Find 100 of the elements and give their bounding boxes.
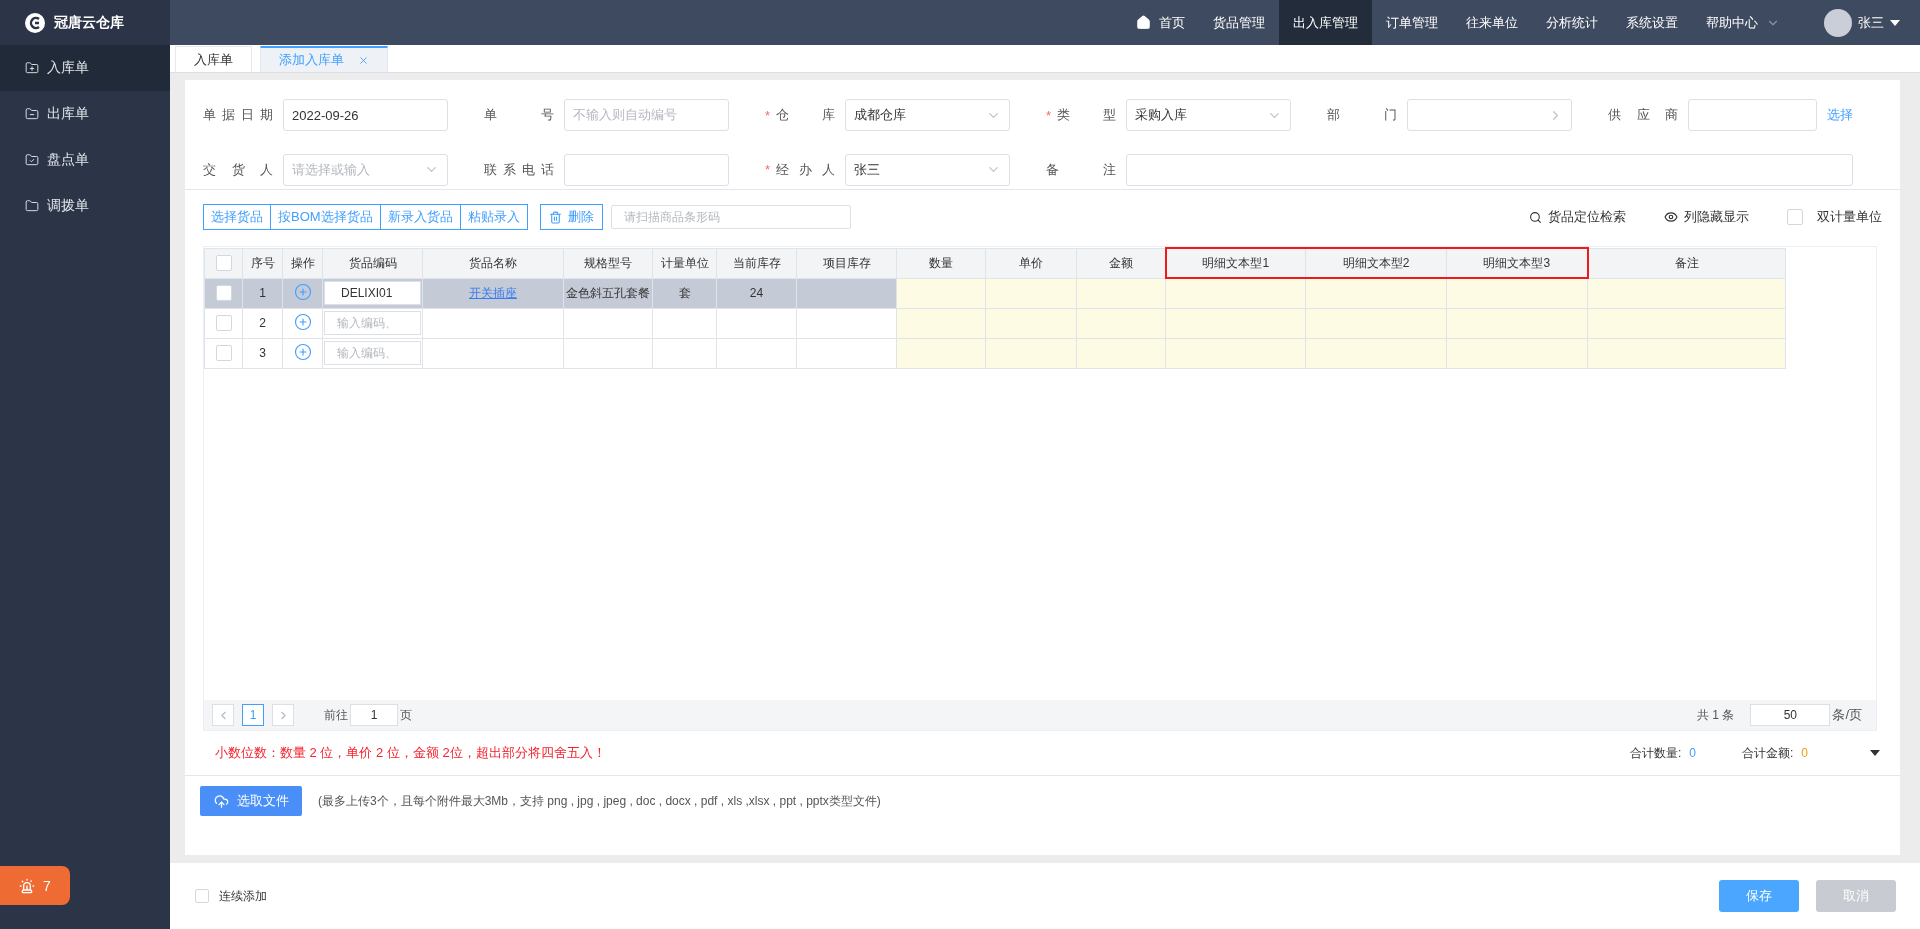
editable-cell[interactable]: [1446, 338, 1588, 368]
editable-cell[interactable]: [896, 308, 986, 338]
nav-item[interactable]: 帮助中心: [1692, 0, 1794, 45]
total-quantity-label: 合计数量:: [1629, 744, 1682, 762]
column-header: 单价: [985, 248, 1077, 278]
expand-caret-icon: [1870, 750, 1880, 756]
nav-item[interactable]: 首页: [1122, 0, 1199, 45]
eye-icon: [1664, 210, 1678, 224]
column-header: 项目库存: [796, 248, 897, 278]
cloud-upload-icon: [213, 793, 229, 809]
total-amount-value: 0: [1801, 746, 1808, 760]
row-checkbox[interactable]: [215, 285, 232, 301]
column-visibility-link[interactable]: 列隐藏显示: [1664, 208, 1749, 226]
page-suffix: 页: [400, 706, 412, 724]
user-avatar[interactable]: [1824, 8, 1852, 37]
sidebar-item[interactable]: 出库单: [0, 91, 170, 137]
sidebar-item[interactable]: 盘点单: [0, 137, 170, 183]
column-header: 货品编码: [322, 248, 423, 278]
input-field[interactable]: 采购入库: [1126, 99, 1291, 132]
editable-cell[interactable]: [1076, 278, 1166, 308]
row-checkbox[interactable]: [215, 315, 232, 331]
folder-icon: [25, 153, 39, 167]
field-label: * 经办人: [765, 160, 836, 179]
input-field[interactable]: [1407, 99, 1572, 132]
previous-page-button[interactable]: [212, 704, 234, 726]
editable-cell[interactable]: [1587, 308, 1786, 338]
add-row-icon[interactable]: [293, 312, 312, 331]
editable-cell[interactable]: [985, 278, 1077, 308]
editable-cell[interactable]: [1446, 278, 1588, 308]
caret-down-icon: [1890, 19, 1900, 26]
close-icon[interactable]: [358, 54, 369, 66]
folder-icon: [25, 61, 39, 75]
page-input[interactable]: 1: [350, 704, 398, 726]
column-header: 规格型号: [563, 248, 653, 278]
upload-hint: (最多上传3个，且每个附件最大3Mb，支持 png , jpg , jpeg , doc , docx , pdf , xls ,xlsx , ppt , pptx类型文件): [318, 792, 881, 810]
next-page-button[interactable]: [272, 704, 294, 726]
input-field[interactable]: [1126, 153, 1853, 186]
editable-cell[interactable]: [1305, 308, 1447, 338]
field-label: * 类型: [1046, 106, 1117, 125]
checkbox[interactable]: [1787, 209, 1803, 225]
column-header: 操作: [282, 248, 323, 278]
field-label: 单号: [484, 106, 555, 125]
code-input[interactable]: DELIXI01: [324, 281, 421, 305]
editable-cell[interactable]: [1076, 338, 1166, 368]
editable-cell[interactable]: [1305, 278, 1447, 308]
input-field[interactable]: [564, 153, 729, 186]
goto-label: 前往: [324, 706, 348, 724]
page-tab[interactable]: 入库单: [175, 46, 252, 72]
column-header: 计量单位: [652, 248, 717, 278]
input-field[interactable]: 张三: [845, 153, 1010, 186]
rounding-notice: 小数位数：数量 2 位，单价 2 位，金额 2位，超出部分将四舍五入！: [215, 744, 606, 762]
column-header: 数量: [896, 248, 986, 278]
editable-cell[interactable]: [896, 278, 986, 308]
field-label: 单据日期: [203, 106, 274, 125]
editable-cell[interactable]: [1446, 308, 1588, 338]
nav-item[interactable]: 系统设置: [1612, 0, 1692, 45]
add-row-icon[interactable]: [293, 342, 312, 361]
input-field[interactable]: [1688, 99, 1817, 132]
app-logo-text: 冠唐云仓库: [54, 13, 124, 32]
header-checkbox[interactable]: [215, 255, 232, 271]
alarm-icon: [19, 877, 36, 894]
field-label: 备注: [1046, 160, 1117, 179]
input-field[interactable]: 2022-09-26: [283, 99, 448, 132]
sidebar-item[interactable]: 入库单: [0, 45, 170, 91]
field-label: 供应商: [1608, 106, 1679, 125]
table-cell: 24: [749, 286, 764, 300]
locate-search-link[interactable]: 货品定位检索: [1529, 208, 1626, 226]
editable-cell[interactable]: [1165, 278, 1306, 308]
total-count: 共 1 条: [1697, 706, 1735, 724]
checkbox[interactable]: [195, 889, 209, 903]
editable-cell[interactable]: [1587, 278, 1786, 308]
column-header: 金额: [1076, 248, 1166, 278]
editable-cell[interactable]: [1165, 308, 1306, 338]
column-header: 明细文本型1: [1165, 248, 1306, 278]
row-checkbox[interactable]: [215, 345, 232, 361]
field-label: 交货人: [203, 160, 274, 179]
home-icon: [1136, 15, 1151, 30]
editable-cell[interactable]: [1076, 308, 1166, 338]
page-size-input[interactable]: 50: [1750, 704, 1831, 726]
editable-cell[interactable]: [985, 338, 1077, 368]
nav-item[interactable]: 货品管理: [1199, 0, 1279, 45]
input-field[interactable]: 成都仓库: [845, 99, 1010, 132]
editable-cell[interactable]: [1305, 338, 1447, 368]
add-row-icon[interactable]: [293, 282, 312, 301]
sidebar-item[interactable]: 调拨单: [0, 183, 170, 229]
total-amount-label: 合计金额:: [1741, 744, 1794, 762]
editable-cell[interactable]: [1587, 338, 1786, 368]
search-icon: [1529, 210, 1542, 224]
editable-cell[interactable]: [985, 308, 1077, 338]
nav-item[interactable]: 往来单位: [1452, 0, 1532, 45]
editable-cell[interactable]: [896, 338, 986, 368]
nav-item[interactable]: 出入库管理: [1279, 0, 1372, 45]
editable-cell[interactable]: [1165, 338, 1306, 368]
nav-item[interactable]: 分析统计: [1532, 0, 1612, 45]
page-size-suffix: 条/页: [1832, 706, 1862, 724]
nav-item[interactable]: 订单管理: [1372, 0, 1452, 45]
field-label: * 仓库: [765, 106, 836, 125]
user-name[interactable]: 张三: [1858, 13, 1884, 32]
table-cell: 套: [678, 285, 691, 300]
column-header: 备注: [1587, 248, 1786, 278]
